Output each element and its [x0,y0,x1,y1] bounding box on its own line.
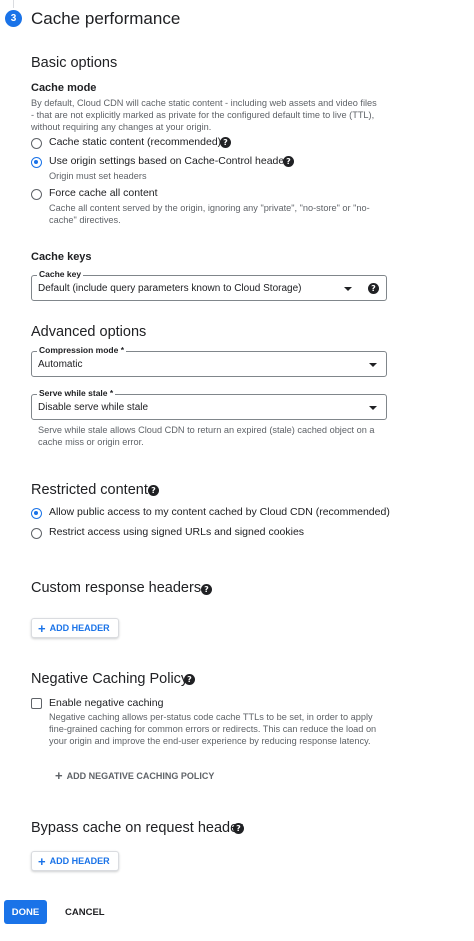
radio-force-cache-all[interactable] [31,189,42,200]
bypass-cache-heading: Bypass cache on request header [31,820,243,836]
radio-use-origin-settings[interactable] [31,157,42,168]
use-origin-settings-hint: Origin must set headers [49,171,147,181]
negative-caching-heading: Negative Caching Policy [31,671,189,687]
stepper-line [13,0,14,8]
advanced-options-heading: Advanced options [31,324,147,340]
plus-icon: + [38,620,46,636]
add-response-header-button[interactable]: + ADD HEADER [31,618,119,638]
chevron-down-icon [369,363,377,367]
help-icon[interactable]: ? [283,156,294,167]
help-icon[interactable]: ? [148,485,159,496]
basic-options-heading: Basic options [31,55,118,71]
chevron-down-icon [369,406,377,410]
allow-public-access-label: Allow public access to my content cached… [49,506,390,518]
force-cache-all-hint: Cache all content served by the origin, … [49,203,370,225]
chevron-down-icon [344,287,352,291]
enable-negative-caching-label: Enable negative caching [49,697,164,709]
custom-response-headers-heading: Custom response headers [31,580,202,596]
step-number-badge: 3 [5,10,22,27]
cache-key-value: Default (include query parameters known … [38,283,302,294]
compression-mode-label: Compression mode * [37,345,127,355]
negative-caching-description: Negative caching allows per-status code … [49,712,377,746]
plus-icon: + [55,768,63,783]
add-negative-caching-policy-label: ADD NEGATIVE CACHING POLICY [66,770,215,781]
add-negative-caching-policy-button[interactable]: + ADD NEGATIVE CACHING POLICY [55,769,214,782]
done-button[interactable]: DONE [4,900,47,924]
compression-mode-value: Automatic [38,359,83,370]
compression-mode-select[interactable]: Compression mode * Automatic [31,345,387,377]
serve-while-stale-select[interactable]: Serve while stale * Disable serve while … [31,388,387,420]
help-icon[interactable]: ? [201,584,212,595]
help-icon[interactable]: ? [220,137,231,148]
radio-allow-public-access[interactable] [31,508,42,519]
serve-while-stale-label: Serve while stale * [37,388,116,398]
add-bypass-header-button[interactable]: + ADD HEADER [31,851,119,871]
section-title: Cache performance [31,9,181,28]
plus-icon: + [38,853,46,869]
cache-mode-heading: Cache mode [31,82,97,94]
help-icon[interactable]: ? [368,283,379,294]
use-origin-settings-label: Use origin settings based on Cache-Contr… [49,155,293,167]
help-icon[interactable]: ? [184,674,195,685]
add-bypass-header-label: ADD HEADER [49,856,110,866]
restrict-access-label: Restrict access using signed URLs and si… [49,526,305,538]
serve-while-stale-hint: Serve while stale allows Cloud CDN to re… [38,425,375,447]
cache-mode-description: By default, Cloud CDN will cache static … [31,98,377,132]
enable-negative-caching-checkbox[interactable] [31,698,42,709]
cancel-button[interactable]: CANCEL [65,907,105,918]
restricted-content-heading: Restricted content [31,482,148,498]
add-response-header-label: ADD HEADER [49,623,110,633]
serve-while-stale-value: Disable serve while stale [38,402,149,413]
radio-cache-static[interactable] [31,138,42,149]
cache-keys-heading: Cache keys [31,251,92,263]
radio-restrict-access[interactable] [31,528,42,539]
help-icon[interactable]: ? [233,823,244,834]
cache-key-field-label: Cache key [37,269,84,279]
force-cache-all-label: Force cache all content [49,187,158,199]
cache-static-label: Cache static content (recommended) [49,136,222,148]
cache-key-select[interactable]: Cache key Default (include query paramet… [31,269,387,301]
